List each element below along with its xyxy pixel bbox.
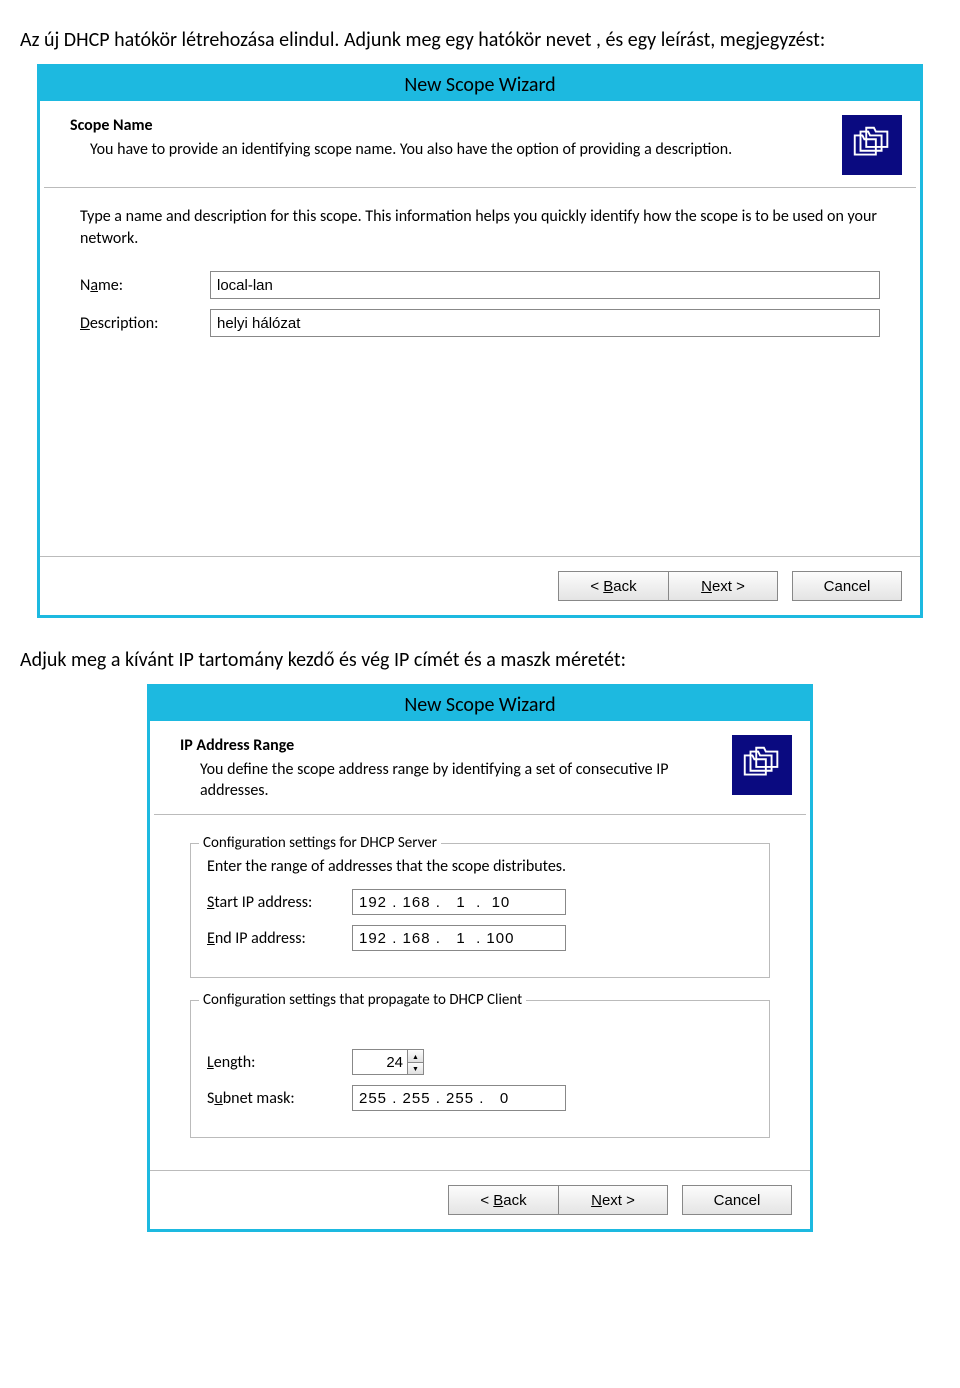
- end-ip-input[interactable]: [352, 925, 566, 951]
- end-ip-label: End IP address:: [207, 929, 352, 948]
- wizard-title: New Scope Wizard: [40, 67, 920, 101]
- back-button[interactable]: < Back: [448, 1185, 558, 1215]
- scope-name-wizard: New Scope Wizard Scope Name You have to …: [37, 64, 923, 618]
- wizard-subheading: You have to provide an identifying scope…: [70, 139, 828, 161]
- cancel-button[interactable]: Cancel: [682, 1185, 792, 1215]
- back-button[interactable]: < Back: [558, 571, 668, 601]
- spin-down-icon[interactable]: ▼: [408, 1063, 423, 1075]
- wizard-heading: Scope Name: [70, 115, 828, 137]
- wizard-subheading-2: You define the scope address range by id…: [180, 759, 718, 802]
- group1-legend: Configuration settings for DHCP Server: [199, 834, 441, 852]
- wizard-heading-2: IP Address Range: [180, 735, 718, 757]
- subnet-mask-input[interactable]: [352, 1085, 566, 1111]
- wizard-header-2: IP Address Range You define the scope ad…: [150, 721, 810, 814]
- description-label: Description:: [80, 314, 210, 333]
- range-instruction: Enter the range of addresses that the sc…: [207, 856, 753, 878]
- length-input[interactable]: [353, 1050, 407, 1074]
- spin-up-icon[interactable]: ▲: [408, 1050, 423, 1063]
- folders-icon: [732, 735, 792, 795]
- wizard-header: Scope Name You have to provide an identi…: [40, 101, 920, 187]
- dhcp-server-group: Configuration settings for DHCP Server E…: [190, 843, 770, 979]
- subnet-mask-label: Subnet mask:: [207, 1089, 352, 1108]
- cancel-button[interactable]: Cancel: [792, 571, 902, 601]
- folders-icon: [842, 115, 902, 175]
- length-spinner[interactable]: ▲ ▼: [352, 1049, 424, 1075]
- scope-name-input[interactable]: [210, 271, 880, 299]
- start-ip-input[interactable]: [352, 889, 566, 915]
- length-label: Length:: [207, 1053, 352, 1072]
- scope-description-input[interactable]: [210, 309, 880, 337]
- name-label: Name:: [80, 276, 210, 295]
- next-button[interactable]: Next >: [558, 1185, 668, 1215]
- start-ip-label: Start IP address:: [207, 893, 352, 912]
- intro-text: Az új DHCP hatókör létrehozása elindul. …: [20, 28, 940, 52]
- wizard-title-2: New Scope Wizard: [150, 687, 810, 721]
- ip-range-wizard: New Scope Wizard IP Address Range You de…: [147, 684, 813, 1232]
- group2-legend: Configuration settings that propagate to…: [199, 991, 526, 1009]
- between-text: Adjuk meg a kívánt IP tartomány kezdő és…: [20, 648, 940, 672]
- next-button[interactable]: Next >: [668, 571, 778, 601]
- scope-instruction: Type a name and description for this sco…: [80, 206, 880, 249]
- dhcp-client-group: Configuration settings that propagate to…: [190, 1000, 770, 1138]
